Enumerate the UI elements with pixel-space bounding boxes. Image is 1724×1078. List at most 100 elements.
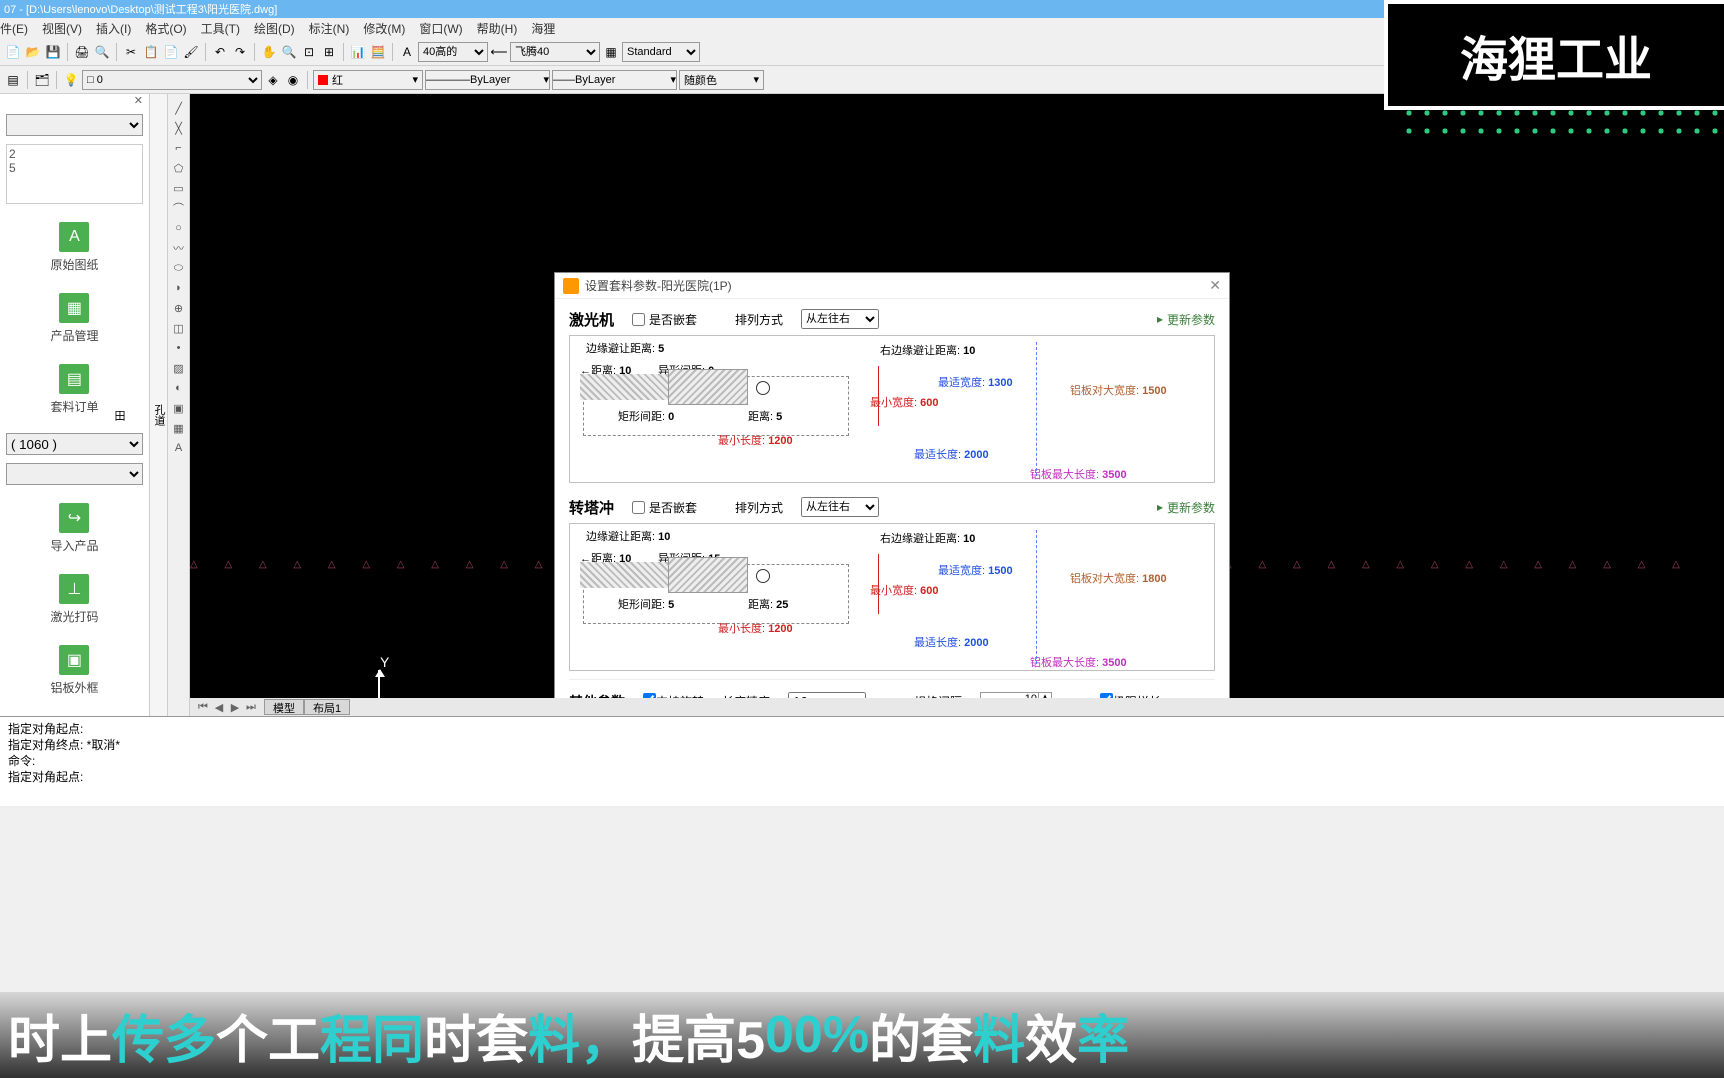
dim-style-icon[interactable]: ⟵ <box>490 43 508 61</box>
refresh-icon: ▸ <box>1157 312 1163 326</box>
save-icon[interactable]: 💾 <box>44 43 62 61</box>
region-icon[interactable]: ▣ <box>171 400 187 416</box>
layer-state-icon[interactable]: 💡 <box>62 71 80 89</box>
point-icon[interactable]: • <box>171 340 187 356</box>
rect-icon[interactable]: ▭ <box>171 180 187 196</box>
menu-tools[interactable]: 工具(T) <box>201 20 240 37</box>
menu-file[interactable]: 件(E) <box>0 20 28 37</box>
section-turret-title: 转塔冲 <box>569 497 614 518</box>
linetype-select[interactable]: ———— ByLayer ▾ <box>425 70 550 90</box>
side-original-drawing[interactable]: A原始图纸 <box>50 222 98 273</box>
tab-model[interactable]: 模型 <box>264 699 304 715</box>
pan-icon[interactable]: ✋ <box>260 43 278 61</box>
combo-empty[interactable] <box>6 463 143 485</box>
tab-first-icon[interactable]: ⏮ <box>196 701 210 714</box>
ellipse-icon[interactable]: ⬭ <box>171 260 187 276</box>
copy-icon[interactable]: 📋 <box>142 43 160 61</box>
doc-icon: A <box>59 222 89 252</box>
line-icon[interactable]: ╱ <box>171 100 187 116</box>
dialog-titlebar[interactable]: 设置套料参数-阳光医院(1P) ✕ <box>555 273 1229 299</box>
menu-view[interactable]: 视图(V) <box>42 20 82 37</box>
properties-panel: ✕ 2 5 A原始图纸 ▦产品管理 ▤套料订单 ( 1060 ) ↪导入产品 ⊥… <box>0 94 150 716</box>
print-icon[interactable]: 🖨 <box>73 43 91 61</box>
paste-icon[interactable]: 📄 <box>162 43 180 61</box>
properties-icon[interactable]: 📊 <box>349 43 367 61</box>
dialog-close-icon[interactable]: ✕ <box>1209 277 1221 294</box>
side-nesting-order[interactable]: ▤套料订单 <box>50 364 98 415</box>
pline-icon[interactable]: ⌐ <box>171 140 187 156</box>
side-alu-frame[interactable]: ▣铝板外框 <box>50 645 98 696</box>
tab-last-icon[interactable]: ⏭ <box>244 701 258 714</box>
tab-next-icon[interactable]: ▶ <box>228 701 242 714</box>
layer-prev-icon[interactable]: ◉ <box>284 71 302 89</box>
circle-icon[interactable]: ○ <box>171 220 187 236</box>
zoom-prev-icon[interactable]: ⊞ <box>320 43 338 61</box>
plotstyle-select[interactable]: 随颜色▾ <box>679 70 764 90</box>
menu-modify[interactable]: 修改(M) <box>363 20 405 37</box>
layer-mgr-icon[interactable]: ▤ <box>4 71 22 89</box>
arrange-select-laser[interactable]: 从左往右 <box>801 309 879 329</box>
insert-icon[interactable]: ⊕ <box>171 300 187 316</box>
hatch-icon[interactable]: ▨ <box>171 360 187 376</box>
nested-checkbox-turret[interactable]: 是否嵌套 <box>632 499 697 516</box>
tab-prev-icon[interactable]: ◀ <box>212 701 226 714</box>
panel-collapse-strip[interactable]: 孔道 田 <box>150 94 168 716</box>
combo-1060[interactable]: ( 1060 ) <box>6 433 143 455</box>
table-style-icon[interactable]: ▦ <box>602 43 620 61</box>
table-icon[interactable]: ▦ <box>171 420 187 436</box>
new-icon[interactable]: 📄 <box>4 43 22 61</box>
update-params-turret[interactable]: ▸更新参数 <box>1157 499 1215 516</box>
ellipse-arc-icon[interactable]: ◗ <box>171 280 187 296</box>
block-icon[interactable]: ◫ <box>171 320 187 336</box>
calc-icon[interactable]: 🧮 <box>369 43 387 61</box>
side-product-mgmt[interactable]: ▦产品管理 <box>50 293 98 344</box>
menu-format[interactable]: 格式(O) <box>145 20 186 37</box>
layer-iso-icon[interactable]: ◈ <box>264 71 282 89</box>
menu-haili[interactable]: 海狸 <box>531 20 555 37</box>
match-icon[interactable]: 🖌 <box>182 43 200 61</box>
brand-shadow <box>1400 104 1724 142</box>
redo-icon[interactable]: ↷ <box>231 43 249 61</box>
menu-draw[interactable]: 绘图(D) <box>254 20 295 37</box>
zoom-realtime-icon[interactable]: 🔍 <box>280 43 298 61</box>
menu-help[interactable]: 帮助(H) <box>477 20 518 37</box>
gradient-icon[interactable]: ◐ <box>171 380 187 396</box>
style-height-select[interactable]: 40高的 <box>418 42 488 62</box>
layer-props-icon[interactable]: 🗂 <box>33 71 51 89</box>
drawing-canvas[interactable]: △ △ △ △ △ △ △ △ △ △ △ △ △ △ △ △ △ △ △ △ … <box>190 94 1724 716</box>
update-params-laser[interactable]: ▸更新参数 <box>1157 311 1215 328</box>
menu-dimension[interactable]: 标注(N) <box>309 20 350 37</box>
color-select[interactable]: 红▾ <box>313 70 423 90</box>
text-style-icon[interactable]: A <box>398 43 416 61</box>
object-type-select[interactable] <box>6 114 143 136</box>
polygon-icon[interactable]: ⬠ <box>171 160 187 176</box>
grid-icon: ▦ <box>59 293 89 323</box>
command-log: 指定对角起点: 指定对角终点: *取消* 命令: 指定对角起点: <box>0 716 1724 806</box>
panel-close-icon[interactable]: ✕ <box>134 94 143 110</box>
tab-layout1[interactable]: 布局1 <box>304 699 350 715</box>
side-import-product[interactable]: ↪导入产品 <box>50 503 98 554</box>
arc-icon[interactable]: ⌒ <box>171 200 187 216</box>
open-icon[interactable]: 📂 <box>24 43 42 61</box>
menu-window[interactable]: 窗口(W) <box>419 20 462 37</box>
side-laser-mark[interactable]: ⊥激光打码 <box>50 574 98 625</box>
mtext-icon[interactable]: A <box>171 440 187 456</box>
preview-icon[interactable]: 🔍 <box>93 43 111 61</box>
spline-icon[interactable]: 〰 <box>171 240 187 256</box>
nested-checkbox-laser[interactable]: 是否嵌套 <box>632 311 697 328</box>
arrange-select-turret[interactable]: 从左往右 <box>801 497 879 517</box>
dialog-icon <box>563 278 579 294</box>
lineweight-select[interactable]: —— ByLayer ▾ <box>552 70 677 90</box>
dim-style-select[interactable]: 飞腾40 <box>510 42 600 62</box>
arrange-label-2: 排列方式 <box>735 499 783 516</box>
cut-icon[interactable]: ✂ <box>122 43 140 61</box>
nesting-params-dialog: 设置套料参数-阳光医院(1P) ✕ 激光机 是否嵌套 排列方式 从左往右 ▸更新… <box>554 272 1230 716</box>
text-style-select[interactable]: Standard <box>622 42 700 62</box>
menu-insert[interactable]: 插入(I) <box>96 20 131 37</box>
arrange-label: 排列方式 <box>735 311 783 328</box>
layer-select[interactable]: □ 0 <box>82 70 262 90</box>
undo-icon[interactable]: ↶ <box>211 43 229 61</box>
xline-icon[interactable]: ╳ <box>171 120 187 136</box>
laser-diagram: 边缘避让距离: 5 ←距离: 10 异形间距: 0 矩形间距: 0 距离: 5 … <box>569 335 1215 483</box>
zoom-window-icon[interactable]: ⊡ <box>300 43 318 61</box>
